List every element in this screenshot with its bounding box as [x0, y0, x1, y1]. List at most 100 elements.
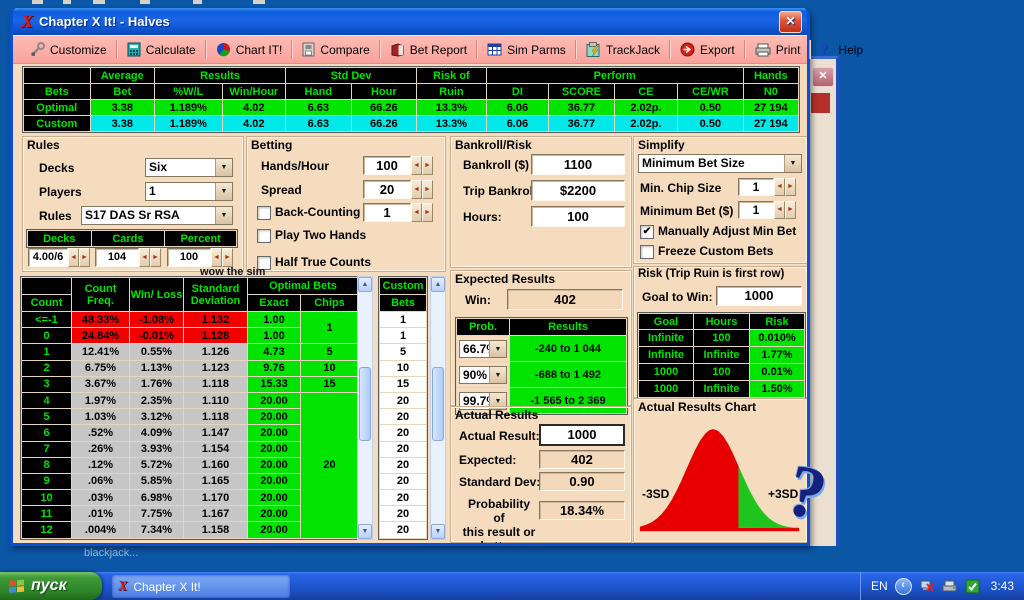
minimum-bet-field[interactable]: 1	[738, 201, 774, 219]
spin-left-icon[interactable]: ◄	[774, 201, 785, 219]
security-check-icon[interactable]	[965, 579, 980, 594]
manually-adjust-checkbox[interactable]: ✔	[640, 225, 654, 239]
min-chip-size-spinner[interactable]: ◄►	[774, 178, 796, 196]
percent-field[interactable]: 100	[167, 248, 211, 267]
spread-spinner[interactable]: ◄►	[411, 180, 433, 199]
decks-dropdown[interactable]: Six ▼	[145, 158, 233, 177]
network-disconnected-icon[interactable]	[919, 579, 935, 593]
spin-left-icon[interactable]: ◄	[774, 178, 785, 196]
spin-right-icon[interactable]: ►	[422, 156, 433, 175]
start-button[interactable]: пуск	[0, 572, 102, 600]
scrollbar-thumb[interactable]	[359, 367, 371, 441]
chevron-down-icon[interactable]: ▼	[215, 159, 232, 176]
trip-bankroll-field[interactable]: $2200	[531, 180, 625, 201]
spin-right-icon[interactable]: ►	[79, 248, 90, 267]
back-counting-spinner[interactable]: ◄►	[411, 203, 433, 222]
toolbar-button-sim-parms[interactable]: Sim Parms	[478, 36, 575, 63]
custom-bet-cell[interactable]: 20	[380, 522, 426, 537]
background-close-button[interactable]: ✕	[812, 67, 834, 87]
bankroll-field[interactable]: 1100	[531, 154, 625, 175]
results-row[interactable]: Optimal3.381.189%4.026.6366.2613.3%6.063…	[24, 100, 798, 115]
simplify-mode-dropdown[interactable]: Minimum Bet Size ▼	[638, 154, 802, 173]
minimum-bet-spinner[interactable]: ◄►	[774, 201, 796, 219]
spin-right-icon[interactable]: ►	[222, 248, 233, 267]
chevron-down-icon[interactable]: ▼	[489, 341, 506, 357]
toolbar-button-export[interactable]: Export	[671, 36, 744, 63]
hands-hour-spinner[interactable]: ◄►	[411, 156, 433, 175]
min-chip-size-field[interactable]: 1	[738, 178, 774, 196]
play-two-hands-checkbox[interactable]	[257, 229, 271, 243]
spin-right-icon[interactable]: ►	[785, 201, 796, 219]
custom-bet-cell[interactable]: 20	[380, 490, 426, 505]
probability-dropdown[interactable]: 90%▼	[459, 366, 507, 384]
custom-bet-cell[interactable]: 5	[380, 344, 426, 359]
scroll-down-icon[interactable]: ▼	[358, 524, 372, 539]
spin-right-icon[interactable]: ►	[785, 178, 796, 196]
title-bar[interactable]: X Chapter X It! - Halves ✕	[13, 8, 807, 35]
hours-field[interactable]: 100	[531, 206, 625, 227]
chevron-down-icon[interactable]: ▼	[784, 155, 801, 172]
cards-field[interactable]: 104	[95, 248, 139, 267]
close-button[interactable]: ✕	[779, 11, 802, 33]
custom-bet-cell[interactable]: 20	[380, 442, 426, 457]
probability-dropdown[interactable]: 66.7%▼	[459, 340, 507, 358]
device-icon[interactable]	[942, 580, 958, 593]
hide-icons-chevron-icon[interactable]: ‹	[895, 578, 912, 595]
decks-spinner[interactable]: ◄►	[68, 248, 90, 267]
optimal-bets-scrollbar[interactable]: ▲ ▼	[357, 276, 373, 540]
spin-left-icon[interactable]: ◄	[411, 180, 422, 199]
custom-bet-cell[interactable]: 20	[380, 425, 426, 440]
hands-hour-field[interactable]: 100	[363, 156, 411, 175]
toolbar-button-trackjack[interactable]: TrackJack	[577, 36, 669, 63]
toolbar-button-print[interactable]: Print	[746, 36, 810, 63]
language-indicator[interactable]: EN	[871, 579, 888, 593]
decks-remaining-field[interactable]: 4.00/6	[28, 248, 68, 267]
spin-right-icon[interactable]: ►	[150, 248, 161, 267]
percent-spinner[interactable]: ◄►	[211, 248, 233, 267]
scrollbar-thumb[interactable]	[432, 367, 444, 441]
custom-bet-cell[interactable]: 15	[380, 377, 426, 392]
goal-to-win-field[interactable]: 1000	[716, 286, 802, 306]
custom-bet-cell[interactable]: 20	[380, 506, 426, 521]
scroll-up-icon[interactable]: ▲	[358, 277, 372, 292]
spread-field[interactable]: 20	[363, 180, 411, 199]
spin-right-icon[interactable]: ►	[422, 180, 433, 199]
spin-left-icon[interactable]: ◄	[411, 156, 422, 175]
custom-bet-cell[interactable]: 20	[380, 409, 426, 424]
spin-right-icon[interactable]: ►	[422, 203, 433, 222]
toolbar-button-compare[interactable]: Compare	[293, 36, 378, 63]
cards-spinner[interactable]: ◄►	[139, 248, 161, 267]
back-counting-checkbox[interactable]	[257, 206, 271, 220]
spin-left-icon[interactable]: ◄	[68, 248, 79, 267]
custom-bet-cell[interactable]: 20	[380, 458, 426, 473]
actual-result-field[interactable]: 1000	[539, 424, 625, 446]
custom-bet-cell[interactable]: 20	[380, 474, 426, 489]
scroll-up-icon[interactable]: ▲	[431, 277, 445, 292]
toolbar-button-help[interactable]: ?Help	[811, 36, 872, 63]
custom-bet-cell[interactable]: 20	[380, 393, 426, 408]
clock[interactable]: 3:43	[991, 579, 1014, 593]
spin-left-icon[interactable]: ◄	[211, 248, 222, 267]
custom-bet-cell[interactable]: 10	[380, 361, 426, 376]
custom-bets-scrollbar[interactable]: ▲ ▼	[430, 276, 446, 540]
back-counting-field[interactable]: 1	[363, 203, 411, 222]
toolbar-button-chart-it-[interactable]: Chart IT!	[207, 36, 292, 63]
spin-left-icon[interactable]: ◄	[139, 248, 150, 267]
freeze-custom-bets-checkbox[interactable]	[640, 245, 654, 259]
desktop-icon-label[interactable]: blackjack...	[84, 547, 138, 559]
toolbar-button-customize[interactable]: Customize	[21, 36, 116, 63]
chevron-down-icon[interactable]: ▼	[215, 207, 232, 224]
spin-left-icon[interactable]: ◄	[411, 203, 422, 222]
chevron-down-icon[interactable]: ▼	[489, 367, 506, 383]
taskbar-item-chapter-x-it[interactable]: X Chapter X It!	[112, 575, 290, 598]
players-dropdown[interactable]: 1 ▼	[145, 182, 233, 201]
custom-bet-cell[interactable]: 1	[380, 328, 426, 343]
rules-dropdown[interactable]: S17 DAS Sr RSA ▼	[81, 206, 233, 225]
toolbar-button-bet-report[interactable]: Bet Report	[381, 36, 476, 63]
results-row[interactable]: Custom3.381.189%4.026.6366.2613.3%6.0636…	[24, 116, 798, 131]
custom-bet-cell[interactable]: 1	[380, 312, 426, 327]
scroll-down-icon[interactable]: ▼	[431, 524, 445, 539]
results-cell: 66.26	[352, 100, 417, 115]
toolbar-button-calculate[interactable]: Calculate	[118, 36, 205, 63]
chevron-down-icon[interactable]: ▼	[215, 183, 232, 200]
